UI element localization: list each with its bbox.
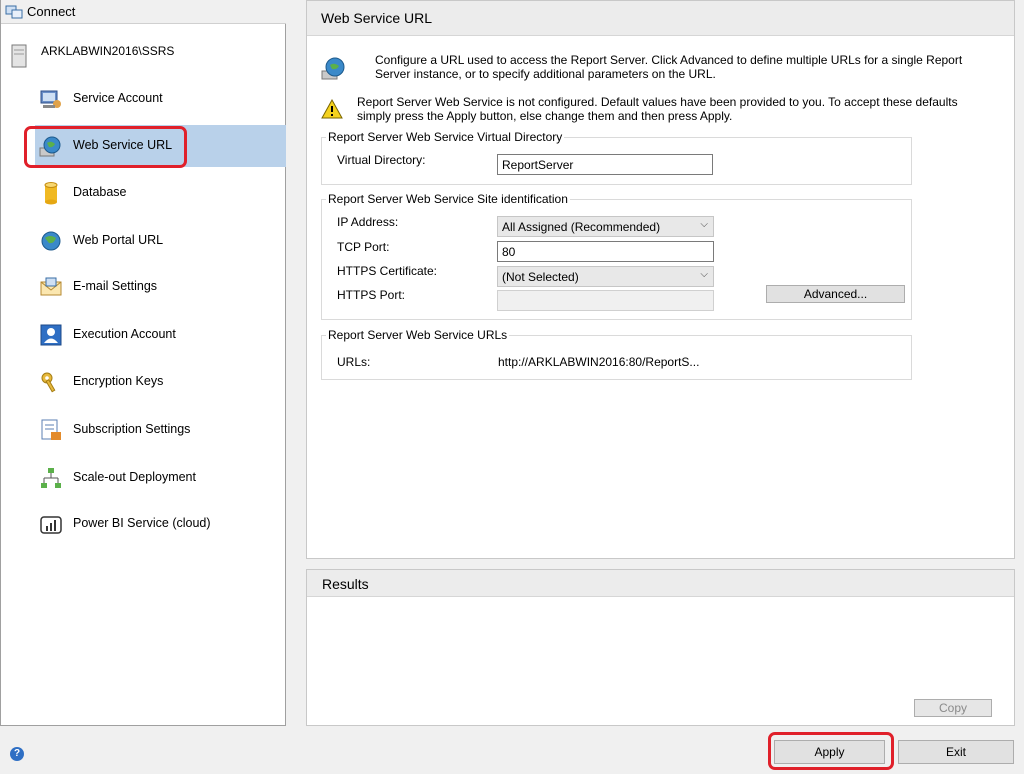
intro-description: Configure a URL used to access the Repor… xyxy=(375,53,963,81)
virtual-directory-input[interactable]: ReportServer xyxy=(497,154,713,175)
nav-label: Subscription Settings xyxy=(73,422,191,436)
keys-icon xyxy=(41,372,56,393)
web-service-url-panel: Web Service URL Configure a URL used to … xyxy=(306,0,1015,559)
nav-label: Encryption Keys xyxy=(73,374,164,388)
subscription-icon xyxy=(41,419,61,440)
nav-item-encryption-keys[interactable]: Encryption Keys xyxy=(35,361,286,403)
https-port-label: HTTPS Port: xyxy=(337,288,406,302)
exit-button[interactable]: Exit xyxy=(898,740,1014,764)
site-identification-group: Report Server Web Service Site identific… xyxy=(321,192,912,320)
https-port-input[interactable] xyxy=(497,290,714,311)
nav-label: Power BI Service (cloud) xyxy=(73,516,211,530)
group-legend: Report Server Web Service Virtual Direct… xyxy=(328,130,563,144)
results-panel: Results Copy xyxy=(306,569,1015,726)
nav-item-power-bi-service[interactable]: Power BI Service (cloud) xyxy=(35,503,286,545)
nav-label: Database xyxy=(73,185,127,199)
results-header: Results xyxy=(307,570,1014,597)
ip-address-label: IP Address: xyxy=(337,215,399,229)
nav-item-database[interactable]: Database xyxy=(35,172,286,214)
web-service-globe-icon xyxy=(321,57,345,80)
nav-item-scale-out-deployment[interactable]: Scale-out Deployment xyxy=(35,457,286,499)
copy-button[interactable]: Copy xyxy=(914,699,992,717)
connect-icon xyxy=(5,5,23,19)
panel-header: Web Service URL xyxy=(307,1,1014,36)
warning-icon xyxy=(321,99,343,119)
nav-item-email-settings[interactable]: E-mail Settings xyxy=(35,266,286,308)
chevron-down-icon: ⌵ xyxy=(700,269,708,280)
group-legend: Report Server Web Service URLs xyxy=(328,328,508,342)
execution-account-icon xyxy=(40,324,62,346)
chevron-down-icon: ⌵ xyxy=(700,219,708,230)
page-title: Web Service URL xyxy=(321,10,433,26)
urls-label: URLs: xyxy=(337,355,371,369)
https-certificate-label: HTTPS Certificate: xyxy=(337,264,438,278)
advanced-button[interactable]: Advanced... xyxy=(766,285,905,303)
tcp-port-input[interactable]: 80 xyxy=(497,241,714,262)
email-icon xyxy=(40,277,62,296)
annotation-highlight xyxy=(768,732,894,770)
nav-label: Service Account xyxy=(73,91,163,105)
help-icon[interactable]: ? xyxy=(10,747,24,761)
server-name: ARKLABWIN2016\SSRS xyxy=(41,44,175,58)
connect-label: Connect xyxy=(27,4,76,19)
warning-message: Report Server Web Service is not configu… xyxy=(357,95,958,123)
nav-item-web-portal-url[interactable]: Web Portal URL xyxy=(35,220,286,262)
https-certificate-value: (Not Selected) xyxy=(502,270,579,284)
annotation-highlight xyxy=(24,126,187,168)
nav-label: Web Portal URL xyxy=(73,233,164,247)
nav-label: Scale-out Deployment xyxy=(73,470,196,484)
power-bi-icon xyxy=(40,516,62,534)
nav-item-service-account[interactable]: Service Account xyxy=(35,78,286,120)
nav-item-subscription-settings[interactable]: Subscription Settings xyxy=(35,409,286,451)
scale-out-icon xyxy=(41,468,61,488)
nav-label: Execution Account xyxy=(73,327,176,341)
service-urls-group: Report Server Web Service URLs URLs: htt… xyxy=(321,328,912,380)
results-title: Results xyxy=(322,576,369,592)
nav-item-execution-account[interactable]: Execution Account xyxy=(35,314,286,356)
connect-button[interactable]: Connect xyxy=(1,0,286,24)
service-account-icon xyxy=(40,90,61,108)
tcp-port-label: TCP Port: xyxy=(337,240,390,254)
https-certificate-dropdown[interactable]: (Not Selected) ⌵ xyxy=(497,266,714,287)
virtual-directory-group: Report Server Web Service Virtual Direct… xyxy=(321,130,912,185)
globe-icon xyxy=(41,231,61,251)
group-legend: Report Server Web Service Site identific… xyxy=(328,192,568,206)
database-icon xyxy=(44,182,58,205)
server-icon xyxy=(11,44,27,68)
ip-address-dropdown[interactable]: All Assigned (Recommended) ⌵ xyxy=(497,216,714,237)
urls-link[interactable]: http://ARKLABWIN2016:80/ReportS... xyxy=(498,355,699,369)
virtual-directory-label: Virtual Directory: xyxy=(337,153,426,167)
ip-address-value: All Assigned (Recommended) xyxy=(502,220,661,234)
nav-label: E-mail Settings xyxy=(73,279,158,293)
navigation-pane: Connect ARKLABWIN2016\SSRS Service Accou… xyxy=(0,0,286,726)
